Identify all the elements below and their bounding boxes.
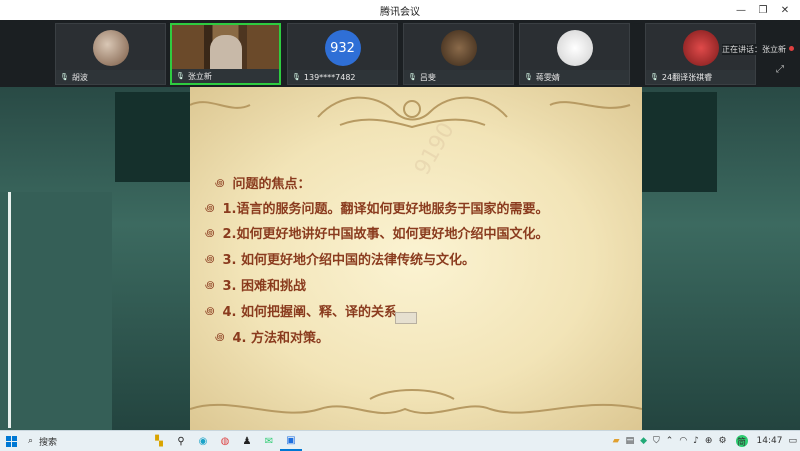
slide-line: ꩜ 4. 方法和对策。 — [215, 331, 330, 346]
bullet-icon: ꩜ — [205, 306, 215, 317]
slide-line: ꩜ 2.如何更好地讲好中国故事、如何更好地介绍中国文化。 — [205, 227, 549, 242]
annotation-marker-icon — [395, 312, 417, 324]
right-panel-block — [642, 92, 717, 192]
edge-icon[interactable]: ◉ — [192, 431, 214, 451]
windows-logo-icon — [5, 435, 17, 447]
left-divider — [8, 192, 11, 428]
top-right-flourish — [549, 101, 631, 109]
left-panel-shade — [0, 192, 112, 432]
search-app-icon[interactable]: ⚲ — [170, 431, 192, 451]
bullet-icon: ꩜ — [215, 178, 225, 189]
avatar — [92, 30, 129, 66]
participant-name: 胡波 — [71, 72, 88, 82]
top-ornament-lower — [339, 118, 486, 129]
participant-name: 张立新 — [187, 71, 212, 81]
microphone-icon: 🎙 — [60, 73, 69, 81]
title-bar: 腾讯会议 — ❐ ✕ — [0, 0, 800, 21]
bullet-icon: ꩜ — [205, 254, 215, 265]
avatar: 932 — [324, 30, 361, 66]
expand-icon[interactable]: ⤢ — [776, 64, 784, 75]
avatar — [682, 30, 719, 66]
shield-icon[interactable]: ⛉ — [653, 436, 660, 446]
slide-line: ꩜ 3. 如何更好地介绍中国的法律传统与文化。 — [205, 253, 476, 268]
window-title: 腾讯会议 — [380, 6, 420, 18]
left-panel-block — [115, 92, 190, 182]
microphone-icon: 🎙 — [524, 73, 533, 81]
bullet-icon: ꩜ — [205, 228, 215, 239]
volume-icon[interactable]: ♪ — [693, 436, 699, 446]
participant-tile[interactable]: 🎙 胡波 — [55, 23, 166, 85]
microphone-icon: 🎙 — [292, 73, 301, 81]
image-icon[interactable]: ▤ — [626, 436, 635, 446]
ime-indicator[interactable]: 简 — [733, 435, 751, 448]
top-left-flourish — [190, 101, 251, 109]
bullet-icon: ꩜ — [205, 203, 215, 214]
avatar — [556, 30, 593, 66]
participant-tile[interactable]: 🎙 蒋雯婧 — [519, 23, 630, 85]
top-ornament-center — [403, 100, 421, 118]
bottom-ornament-center — [369, 389, 455, 400]
settings-icon[interactable]: ⚙ — [718, 436, 726, 446]
participant-name: 24翻译张祺睿 — [661, 72, 713, 82]
recording-dot-icon — [789, 46, 794, 51]
speaking-indicator: 正在讲话：张立新 — [722, 44, 786, 55]
slide-line: ꩜ 问题的焦点： — [215, 177, 311, 192]
shared-slide: 9190 ꩜ 问题的焦点： ꩜ 1.语言的服务问题。翻译如何更好地服务于国家的需要。… — [190, 87, 642, 430]
bottom-ornament — [190, 403, 642, 415]
start-button[interactable] — [0, 431, 22, 451]
wifi-icon[interactable]: ◠ — [679, 436, 687, 446]
bullet-icon: ꩜ — [205, 280, 215, 291]
participant-name: 吕斐 — [419, 72, 436, 82]
system-tray: ▰ ▤ ◆ ⛉ ⌃ ◠ ♪ ⊕ ⚙ 简 14:47 ▭ — [610, 431, 800, 451]
microphone-icon: 🎙 — [650, 73, 659, 81]
chrome-icon[interactable]: ◍ — [214, 431, 236, 451]
microphone-icon: 🎙 — [176, 72, 185, 80]
avatar — [440, 30, 477, 66]
slide-line: ꩜ 3. 困难和挑战 — [205, 279, 307, 294]
restore-button[interactable]: ❐ — [752, 0, 774, 20]
chevron-up-icon[interactable]: ⌃ — [666, 436, 674, 446]
taskbar-search[interactable]: ⌕ 搜索 — [22, 431, 148, 451]
task-view-icon[interactable]: ▚ — [148, 431, 170, 451]
participant-tile[interactable]: 932 🎙 139****7482 — [287, 23, 398, 85]
participant-strip: 🎙 胡波 🎙 张立新 932 🎙 139****7482 🎙 吕斐 🎙 蒋雯婧 🎙 24翻译… — [0, 20, 800, 87]
taskbar: ⌕ 搜索 ▚ ⚲ ◉ ◍ ♟ ✉ ▣ ▰ ▤ ◆ ⛉ ⌃ ◠ ♪ ⊕ ⚙ 简 1… — [0, 430, 800, 451]
participant-tile[interactable]: 🎙 吕斐 — [403, 23, 514, 85]
clock[interactable]: 14:47 — [757, 436, 783, 446]
participant-name: 139****7482 — [303, 72, 356, 82]
microphone-icon: 🎙 — [408, 73, 417, 81]
app-tray-icon[interactable]: ◆ — [640, 436, 647, 446]
window-controls: — ❐ ✕ — [730, 0, 796, 20]
minimize-button[interactable]: — — [730, 0, 752, 20]
slide-line: ꩜ 4. 如何把握阐、释、译的关系、 — [205, 305, 411, 320]
close-button[interactable]: ✕ — [774, 0, 796, 20]
search-icon: ⌕ — [28, 436, 34, 446]
bullet-icon: ꩜ — [215, 332, 225, 343]
participant-tile-active[interactable]: 🎙 张立新 — [170, 23, 281, 85]
participant-name: 蒋雯婧 — [535, 72, 560, 82]
qq-icon[interactable]: ♟ — [236, 431, 258, 451]
folder-icon[interactable]: ▰ — [613, 436, 620, 446]
network-icon[interactable]: ⊕ — [705, 436, 713, 446]
search-label: 搜索 — [39, 437, 58, 448]
slide-line: ꩜ 1.语言的服务问题。翻译如何更好地服务于国家的需要。 — [205, 202, 549, 217]
tencent-meeting-icon[interactable]: ▣ — [280, 431, 302, 451]
notification-icon[interactable]: ▭ — [788, 436, 797, 446]
wechat-icon[interactable]: ✉ — [258, 431, 280, 451]
